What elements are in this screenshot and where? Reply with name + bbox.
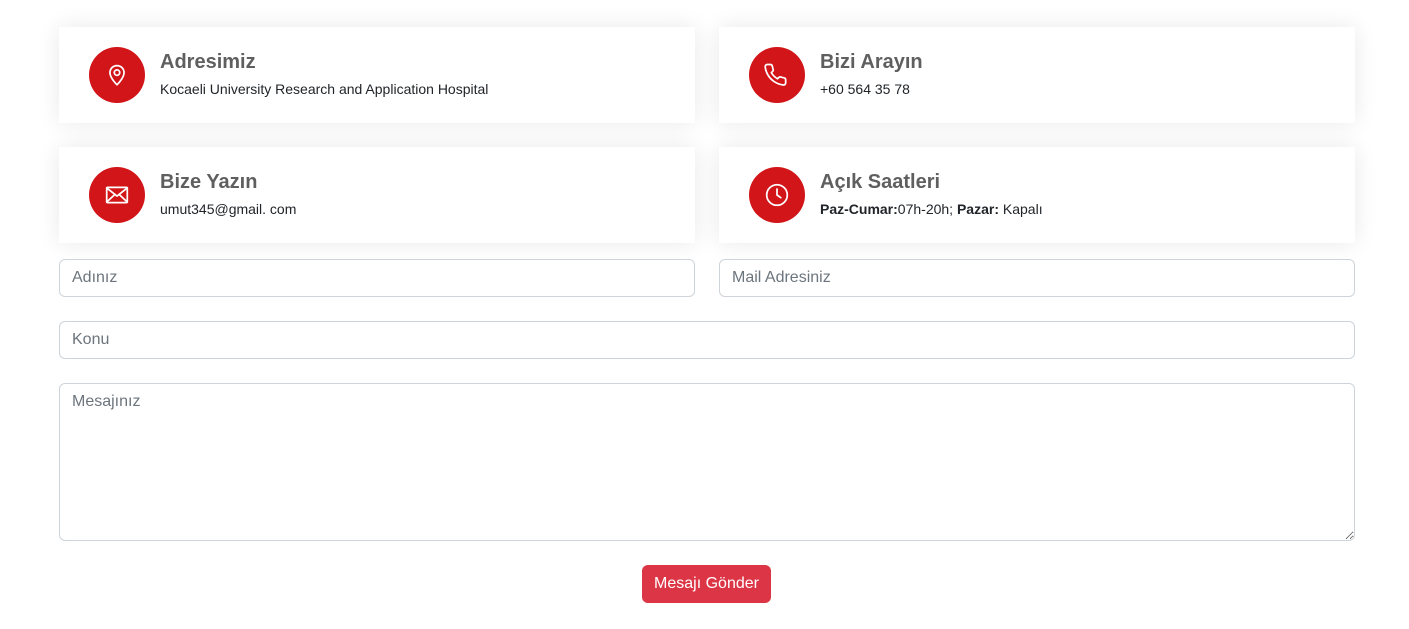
name-input[interactable]	[59, 259, 695, 297]
message-textarea[interactable]	[59, 383, 1355, 541]
info-card-address: Adresimiz Kocaeli University Research an…	[59, 27, 695, 123]
contact-section: Adresimiz Kocaeli University Research an…	[0, 0, 1409, 629]
send-message-button[interactable]: Mesajı Gönder	[642, 565, 771, 603]
card-title: Bize Yazın	[160, 171, 258, 193]
card-text: umut345@gmail. com	[160, 201, 297, 217]
card-title: Açık Saatleri	[820, 171, 941, 193]
map-pin-icon	[89, 47, 145, 103]
weekend-label: Pazar:	[956, 201, 999, 217]
card-text: Paz-Cumar:07h-20h; Pazar: Kapalı	[820, 201, 1043, 217]
card-title: Bizi Arayın	[820, 51, 923, 73]
info-card-email: Bize Yazın umut345@gmail. com	[59, 147, 695, 243]
phone-icon	[749, 47, 805, 103]
clock-icon	[749, 167, 805, 223]
weekday-value: 07h-20h;	[897, 201, 954, 217]
card-text: Kocaeli University Research and Applicat…	[160, 81, 489, 97]
info-card-phone: Bizi Arayın +60 564 35 78	[719, 27, 1355, 123]
card-title: Adresimiz	[160, 51, 256, 73]
info-card-hours: Açık Saatleri Paz-Cumar:07h-20h; Pazar: …	[719, 147, 1355, 243]
card-text: +60 564 35 78	[820, 81, 910, 97]
email-input[interactable]	[719, 259, 1355, 297]
weekday-label: Paz-Cumar:	[820, 201, 898, 217]
subject-input[interactable]	[59, 321, 1355, 359]
weekend-value: Kapalı	[1002, 201, 1043, 217]
envelope-icon	[89, 167, 145, 223]
